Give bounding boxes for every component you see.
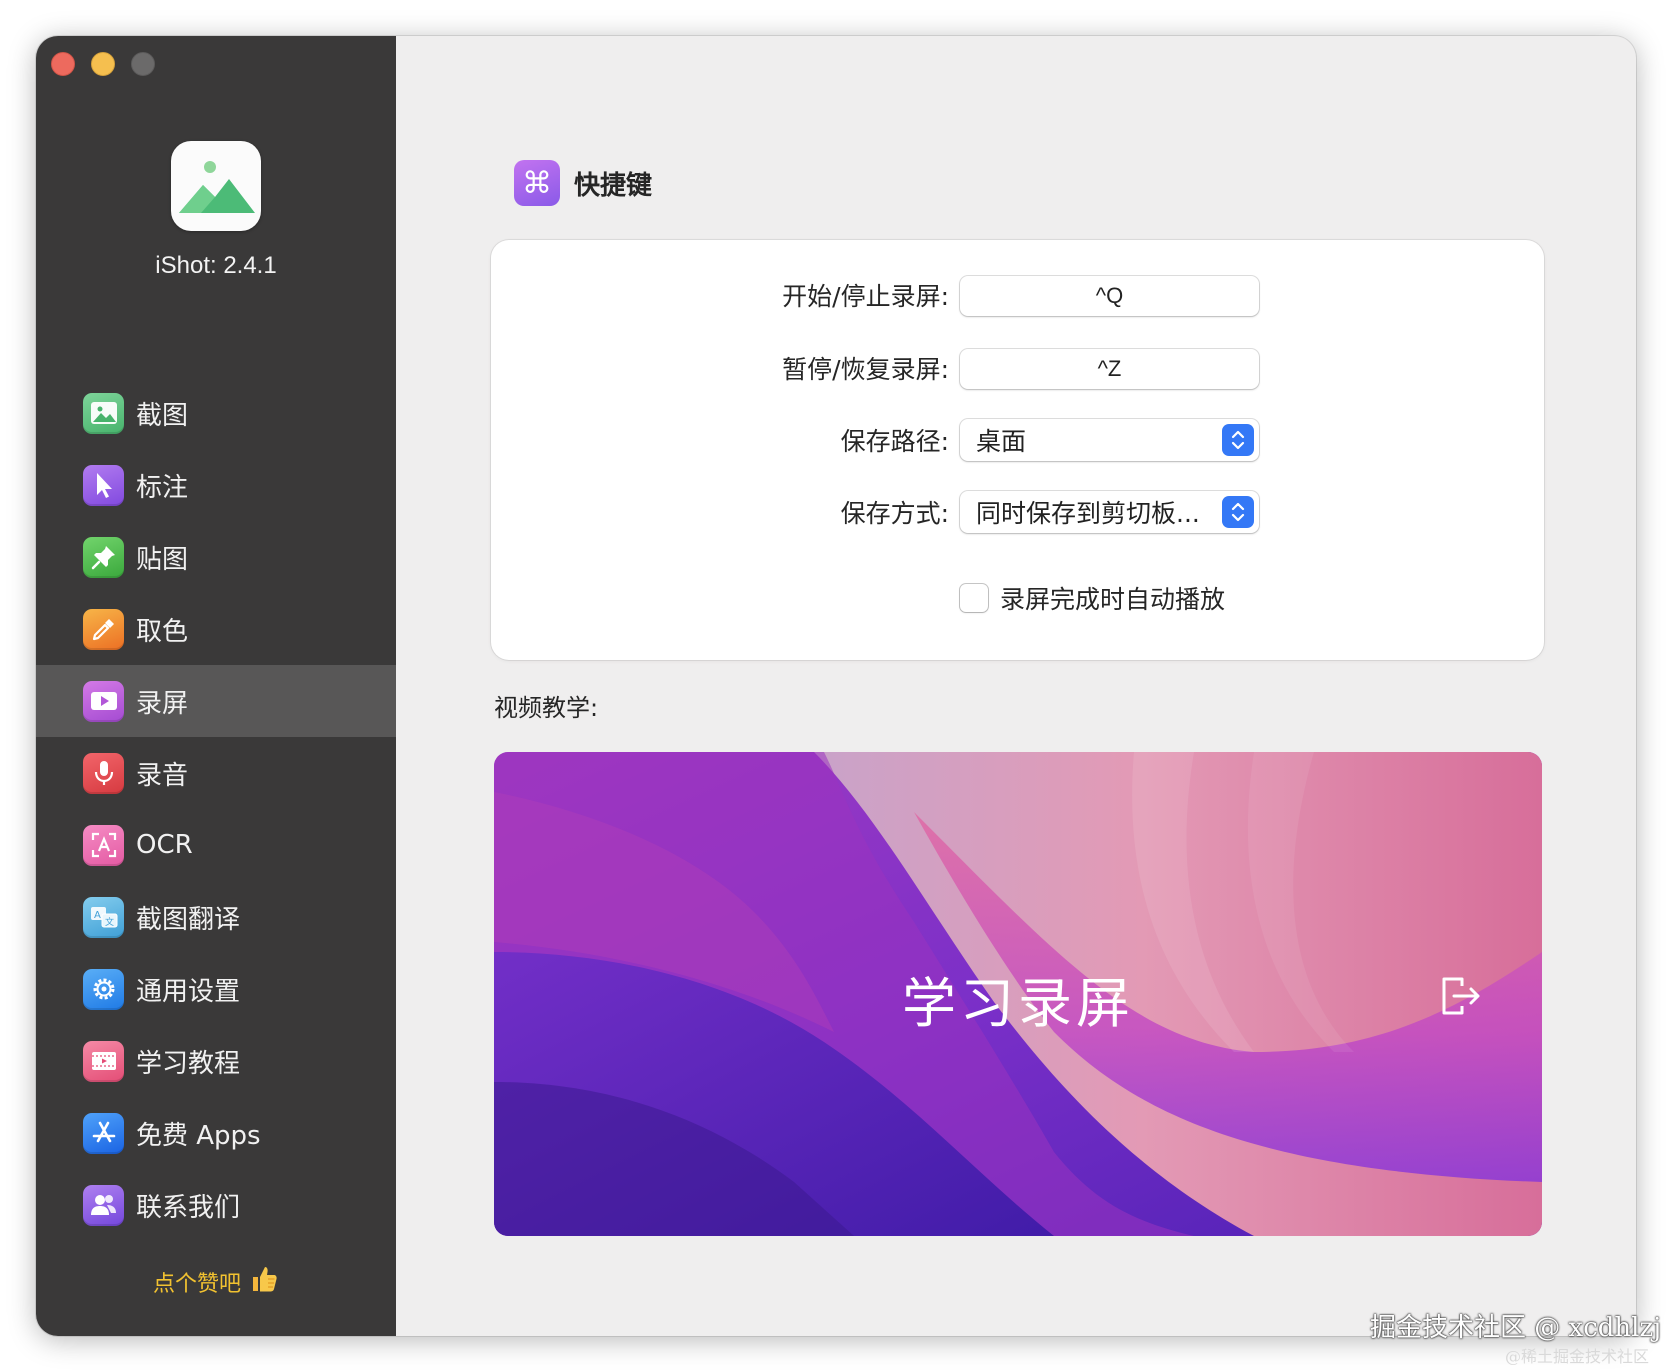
open-external-icon[interactable] xyxy=(1440,974,1482,1022)
sidebar-item-screen-record[interactable]: 录屏 xyxy=(36,665,396,737)
section-header: ⌘ 快捷键 xyxy=(514,160,652,206)
like-button[interactable]: 点个赞吧 xyxy=(36,1264,396,1300)
sidebar-item-free-apps[interactable]: 免费 Apps xyxy=(36,1097,396,1169)
chevron-up-down-icon xyxy=(1222,496,1254,528)
sidebar-item-label: 通用设置 xyxy=(136,976,241,1007)
content-area: ⌘ 快捷键 开始/停止录屏: ^Q 暂停/恢复录屏: ^Z 保存路径: 桌面 保… xyxy=(396,36,1636,1336)
sidebar-item-label: 学习教程 xyxy=(136,1048,241,1079)
film-icon xyxy=(83,1040,124,1082)
sidebar-item-label: 截图 xyxy=(136,400,189,431)
sidebar-item-screenshot[interactable]: 截图 xyxy=(36,377,396,449)
chevron-up-down-icon xyxy=(1222,424,1254,456)
maximize-window-button[interactable] xyxy=(131,52,155,76)
thumbs-up-icon xyxy=(249,1264,279,1300)
sidebar-item-label: 免费 Apps xyxy=(136,1120,261,1151)
sidebar-item-label: 标注 xyxy=(136,472,189,503)
pin-icon xyxy=(83,536,124,578)
sidebar-item-pin[interactable]: 贴图 xyxy=(36,521,396,593)
sidebar-item-color-picker[interactable]: 取色 xyxy=(36,593,396,665)
eyedropper-icon xyxy=(83,608,124,650)
people-icon xyxy=(83,1184,124,1226)
watermark: 掘金技术社区 @ xcdhlzj xyxy=(1370,1313,1662,1343)
pause-resume-shortcut-field[interactable]: ^Z xyxy=(960,349,1259,389)
svg-text:文: 文 xyxy=(105,916,114,928)
sidebar-item-label: 联系我们 xyxy=(136,1192,241,1223)
settings-panel: 开始/停止录屏: ^Q 暂停/恢复录屏: ^Z 保存路径: 桌面 保存方式: 同… xyxy=(491,240,1544,660)
video-title: 学习录屏 xyxy=(902,972,1134,1035)
video-section-label: 视频教学: xyxy=(494,694,599,722)
app-logo-icon xyxy=(171,141,261,231)
like-label: 点个赞吧 xyxy=(152,1272,241,1297)
save-mode-select[interactable]: 同时保存到剪切板... xyxy=(960,491,1259,533)
start-stop-shortcut-label: 开始/停止录屏: xyxy=(782,282,949,311)
watermark-secondary: @稀土掘金技术社区 xyxy=(1505,1347,1650,1366)
sidebar-item-ocr[interactable]: OCR xyxy=(36,809,396,881)
save-mode-value: 同时保存到剪切板... xyxy=(976,499,1200,528)
save-mode-label: 保存方式: xyxy=(840,499,949,528)
sidebar-item-annotate[interactable]: 标注 xyxy=(36,449,396,521)
sidebar-nav: 截图 标注 贴图 取色 录屏 录音 OCR A 文 截图翻译 通用设置 学习教程… xyxy=(36,377,396,1241)
app-version-label: iShot: 2.4.1 xyxy=(155,252,277,279)
save-path-label: 保存路径: xyxy=(840,427,949,456)
sidebar-item-tutorials[interactable]: 学习教程 xyxy=(36,1025,396,1097)
sidebar-item-screenshot-translate[interactable]: A文 截图翻译 xyxy=(36,881,396,953)
app-window: iShot: 2.4.1 截图 标注 贴图 取色 录屏 录音 OCR A 文 截… xyxy=(36,36,1636,1336)
svg-text:A: A xyxy=(94,910,101,921)
video-camera-icon xyxy=(83,680,124,722)
sidebar-item-label: OCR xyxy=(136,830,193,860)
translate-icon: A文 xyxy=(83,896,124,938)
microphone-icon xyxy=(83,752,124,794)
start-stop-shortcut-field[interactable]: ^Q xyxy=(960,276,1259,316)
sidebar-item-label: 录音 xyxy=(136,760,189,791)
autoplay-option: 录屏完成时自动播放 xyxy=(960,580,1225,616)
sidebar-item-contact-us[interactable]: 联系我们 xyxy=(36,1169,396,1241)
sidebar-item-label: 截图翻译 xyxy=(136,904,241,935)
sidebar: iShot: 2.4.1 截图 标注 贴图 取色 录屏 录音 OCR A 文 截… xyxy=(36,36,396,1336)
autoplay-checkbox[interactable] xyxy=(960,584,988,612)
autoplay-label: 录屏完成时自动播放 xyxy=(1000,585,1226,614)
app-store-icon xyxy=(83,1112,124,1154)
pause-resume-shortcut-label: 暂停/恢复录屏: xyxy=(782,355,949,384)
ocr-scan-icon xyxy=(83,824,124,866)
sidebar-item-label: 录屏 xyxy=(136,688,189,719)
save-path-select[interactable]: 桌面 xyxy=(960,419,1259,461)
sidebar-item-label: 贴图 xyxy=(136,544,189,575)
save-path-value: 桌面 xyxy=(976,427,1027,456)
sidebar-item-audio-record[interactable]: 录音 xyxy=(36,737,396,809)
minimize-window-button[interactable] xyxy=(91,52,115,76)
gear-icon xyxy=(83,968,124,1010)
close-window-button[interactable] xyxy=(51,52,75,76)
section-title: 快捷键 xyxy=(574,170,653,201)
sidebar-item-label: 取色 xyxy=(136,616,189,647)
window-controls xyxy=(51,52,155,76)
command-key-icon: ⌘ xyxy=(514,160,560,206)
image-icon xyxy=(83,392,124,434)
video-tutorial-card[interactable]: 学习录屏 xyxy=(494,752,1542,1236)
sidebar-item-general-settings[interactable]: 通用设置 xyxy=(36,953,396,1025)
cursor-icon xyxy=(83,464,124,506)
